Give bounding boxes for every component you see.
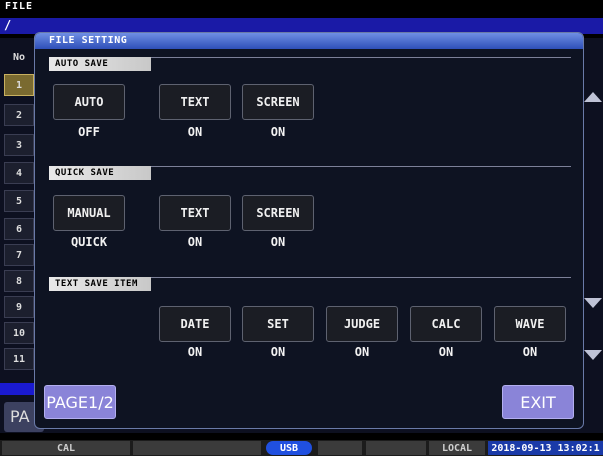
text-item-calc-value: ON [438, 345, 454, 359]
auto-save-screen-value: ON [270, 125, 286, 139]
auto-save-auto-value: OFF [78, 125, 100, 139]
exit-button[interactable]: EXIT [502, 385, 574, 419]
text-item-judge-button[interactable]: JUDGE [326, 306, 398, 342]
quick-save-manual-value: QUICK [70, 235, 108, 249]
quick-save-label: QUICK SAVE [49, 166, 151, 180]
list-row-number[interactable]: 7 [4, 244, 34, 266]
text-item-judge-value: ON [354, 345, 370, 359]
page-1-of-2-button[interactable]: PAGE1/2 [44, 385, 116, 419]
list-row-number[interactable]: 5 [4, 190, 34, 212]
quick-save-screen-button[interactable]: SCREEN [242, 195, 314, 231]
auto-save-text-button[interactable]: TEXT [159, 84, 231, 120]
status-usb: USB [266, 441, 312, 455]
list-row-number[interactable]: 8 [4, 270, 34, 292]
quick-save-text-value: ON [187, 235, 203, 249]
dialog-title: FILE SETTING [35, 33, 583, 49]
page-down-arrow-icon[interactable] [584, 350, 602, 360]
text-item-date-button[interactable]: DATE [159, 306, 231, 342]
list-row-number[interactable]: 10 [4, 322, 34, 344]
auto-save-auto-button[interactable]: AUTO [53, 84, 125, 120]
list-row-number[interactable]: 6 [4, 218, 34, 240]
quick-save-manual-button[interactable]: MANUAL [53, 195, 125, 231]
text-item-set-value: ON [270, 345, 286, 359]
quick-save-screen-value: ON [270, 235, 286, 249]
status-local: LOCAL [429, 441, 485, 455]
status-cal: CAL [2, 441, 130, 455]
file-setting-dialog: FILE SETTING AUTO SAVE AUTO OFF TEXT ON … [34, 32, 584, 429]
text-item-set-button[interactable]: SET [242, 306, 314, 342]
scroll-down-arrow-icon[interactable] [584, 298, 602, 308]
auto-save-screen-button[interactable]: SCREEN [242, 84, 314, 120]
list-row-number[interactable]: 2 [4, 104, 34, 126]
list-row-number[interactable]: 11 [4, 348, 34, 370]
status-empty-slot [133, 441, 261, 455]
list-row-number[interactable]: 9 [4, 296, 34, 318]
list-header-no: No [12, 52, 26, 63]
status-empty-slot [366, 441, 426, 455]
auto-save-text-value: ON [187, 125, 203, 139]
scroll-up-arrow-icon[interactable] [584, 92, 602, 102]
list-row-number[interactable]: 1 [4, 74, 34, 96]
list-row-number[interactable]: 4 [4, 162, 34, 184]
text-item-date-value: ON [187, 345, 203, 359]
auto-save-label: AUTO SAVE [49, 57, 151, 71]
menu-title: FILE [0, 0, 603, 15]
text-item-wave-button[interactable]: WAVE [494, 306, 566, 342]
text-item-calc-button[interactable]: CALC [410, 306, 482, 342]
quick-save-text-button[interactable]: TEXT [159, 195, 231, 231]
status-empty-slot [318, 441, 362, 455]
text-save-item-label: TEXT SAVE ITEM [49, 277, 151, 291]
text-item-wave-value: ON [522, 345, 538, 359]
list-row-number[interactable]: 3 [4, 134, 34, 156]
status-datetime: 2018-09-13 13:02:1 [488, 441, 603, 455]
